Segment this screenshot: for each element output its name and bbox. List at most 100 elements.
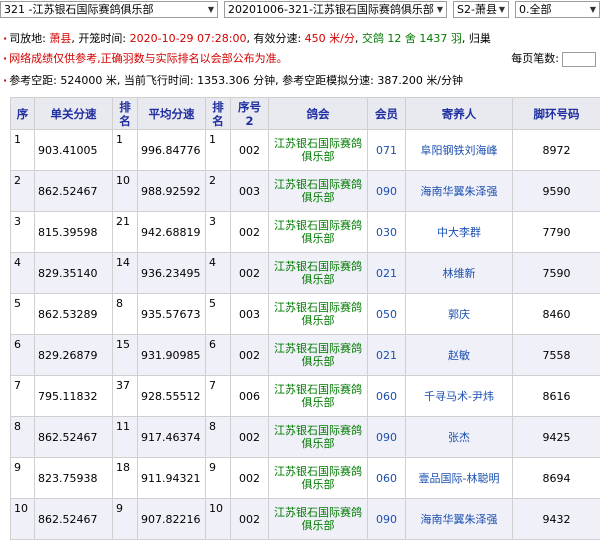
col-header-speed[interactable]: 单关分速 bbox=[35, 98, 113, 130]
row-speed: 829.26879 bbox=[35, 335, 113, 376]
chevron-down-icon: ▼ bbox=[208, 2, 214, 17]
col-header-rank[interactable]: 排名 bbox=[113, 98, 138, 130]
club-select-value: 321 -江苏银石国际赛鸽俱乐部 bbox=[4, 3, 153, 16]
col-header-rank2[interactable]: 排名 bbox=[206, 98, 231, 130]
col-header-club[interactable]: 鸽会 bbox=[269, 98, 368, 130]
row-rank2: 9 bbox=[206, 458, 231, 499]
bullet-icon: · bbox=[3, 32, 7, 45]
row-rank2: 5 bbox=[206, 294, 231, 335]
table-row[interactable]: 1903.410051996.847761002江苏银石国际赛鸽俱乐部071阜阳… bbox=[11, 130, 600, 171]
chevron-down-icon: ▼ bbox=[437, 2, 443, 17]
row-member: 050 bbox=[368, 294, 406, 335]
col-header-avg-speed[interactable]: 平均分速 bbox=[138, 98, 206, 130]
club-select[interactable]: 321 -江苏银石国际赛鸽俱乐部 ▼ bbox=[0, 1, 218, 18]
row-cage: 002 bbox=[231, 130, 269, 171]
row-club: 江苏银石国际赛鸽俱乐部 bbox=[269, 335, 368, 376]
table-row[interactable]: 6829.2687915931.909856002江苏银石国际赛鸽俱乐部021赵… bbox=[11, 335, 600, 376]
row-ring: 8972 bbox=[513, 130, 600, 171]
row-speed: 823.75938 bbox=[35, 458, 113, 499]
row-rank2: 4 bbox=[206, 253, 231, 294]
table-row[interactable]: 2862.5246710988.925922003江苏银石国际赛鸽俱乐部090海… bbox=[11, 171, 600, 212]
table-row[interactable]: 10862.524679907.8221610002江苏银石国际赛鸽俱乐部090… bbox=[11, 499, 600, 540]
table-row[interactable]: 7795.1183237928.555127006江苏银石国际赛鸽俱乐部060千… bbox=[11, 376, 600, 417]
valid-speed: 450 米/分 bbox=[305, 32, 355, 45]
race-select[interactable]: 20201006-321-江苏银石国际赛鸽俱乐部 ▼ bbox=[224, 1, 447, 18]
row-rank2: 7 bbox=[206, 376, 231, 417]
row-rank: 15 bbox=[113, 335, 138, 376]
row-cage: 002 bbox=[231, 458, 269, 499]
row-speed: 829.35140 bbox=[35, 253, 113, 294]
row-club: 江苏银石国际赛鸽俱乐部 bbox=[269, 212, 368, 253]
row-seq: 3 bbox=[11, 212, 35, 253]
table-row[interactable]: 4829.3514014936.234954002江苏银石国际赛鸽俱乐部021林… bbox=[11, 253, 600, 294]
row-owner: 海南华翼朱泽强 bbox=[406, 171, 513, 212]
row-ring: 7590 bbox=[513, 253, 600, 294]
row-rank2: 1 bbox=[206, 130, 231, 171]
row-seq: 5 bbox=[11, 294, 35, 335]
row-speed: 862.52467 bbox=[35, 417, 113, 458]
row-rank: 18 bbox=[113, 458, 138, 499]
group-select-value: 0.全部 bbox=[519, 3, 552, 16]
row-seq: 1 bbox=[11, 130, 35, 171]
row-speed: 795.11832 bbox=[35, 376, 113, 417]
chevron-down-icon: ▼ bbox=[499, 2, 505, 17]
bullet-icon: · bbox=[3, 74, 7, 87]
col-header-seq[interactable]: 序 bbox=[11, 98, 35, 130]
row-avg-speed: 988.92592 bbox=[138, 171, 206, 212]
row-cage: 002 bbox=[231, 212, 269, 253]
col-header-member[interactable]: 会员 bbox=[368, 98, 406, 130]
venue-select[interactable]: S2-萧县 ▼ bbox=[453, 1, 509, 18]
row-member: 090 bbox=[368, 417, 406, 458]
release-time: 2020-10-29 07:28:00 bbox=[130, 32, 247, 45]
row-ring: 7558 bbox=[513, 335, 600, 376]
bullet-icon: · bbox=[3, 52, 7, 65]
page-size-input[interactable] bbox=[562, 52, 596, 67]
ref-speed-label: 参考空距模拟分速: bbox=[282, 74, 374, 87]
row-cage: 002 bbox=[231, 417, 269, 458]
row-seq: 10 bbox=[11, 499, 35, 540]
row-ring: 8616 bbox=[513, 376, 600, 417]
row-cage: 002 bbox=[231, 253, 269, 294]
row-avg-speed: 935.57673 bbox=[138, 294, 206, 335]
release-place-label: 司放地: bbox=[9, 32, 46, 45]
table-header-row: 序 单关分速 排名 平均分速 排名 序号2 鸽会 会员 寄养人 脚环号码 bbox=[11, 98, 600, 130]
notice-text: 网络成绩仅供参考,正确羽数与实际排名以会部公布为准。 bbox=[9, 52, 288, 65]
table-row[interactable]: 9823.7593818911.943219002江苏银石国际赛鸽俱乐部060壹… bbox=[11, 458, 600, 499]
ref-dist-label: 参考空距: bbox=[9, 74, 57, 87]
row-avg-speed: 931.90985 bbox=[138, 335, 206, 376]
row-rank: 11 bbox=[113, 417, 138, 458]
row-seq: 8 bbox=[11, 417, 35, 458]
row-owner: 千寻马术-尹炜 bbox=[406, 376, 513, 417]
row-ring: 8460 bbox=[513, 294, 600, 335]
row-avg-speed: 936.23495 bbox=[138, 253, 206, 294]
row-speed: 862.53289 bbox=[35, 294, 113, 335]
row-club: 江苏银石国际赛鸽俱乐部 bbox=[269, 253, 368, 294]
row-member: 021 bbox=[368, 253, 406, 294]
col-header-ring[interactable]: 脚环号码 bbox=[513, 98, 600, 130]
col-header-cage[interactable]: 序号2 bbox=[231, 98, 269, 130]
table-row[interactable]: 5862.532898935.576735003江苏银石国际赛鸽俱乐部050郭庆… bbox=[11, 294, 600, 335]
release-place: 萧县 bbox=[49, 32, 71, 45]
table-row[interactable]: 3815.3959821942.688193002江苏银石国际赛鸽俱乐部030中… bbox=[11, 212, 600, 253]
race-info-line: ·司放地: 萧县, 开笼时间: 2020-10-29 07:28:00, 有效分… bbox=[0, 30, 600, 47]
row-ring: 9590 bbox=[513, 171, 600, 212]
venue-select-value: S2-萧县 bbox=[457, 3, 497, 16]
row-member: 021 bbox=[368, 335, 406, 376]
row-owner: 阜阳钢铁刘海峰 bbox=[406, 130, 513, 171]
row-owner: 中大李群 bbox=[406, 212, 513, 253]
row-seq: 4 bbox=[11, 253, 35, 294]
row-member: 060 bbox=[368, 376, 406, 417]
race-select-value: 20201006-321-江苏银石国际赛鸽俱乐部 bbox=[228, 3, 434, 16]
row-seq: 7 bbox=[11, 376, 35, 417]
table-row[interactable]: 8862.5246711917.463748002江苏银石国际赛鸽俱乐部090张… bbox=[11, 417, 600, 458]
row-avg-speed: 917.46374 bbox=[138, 417, 206, 458]
row-member: 060 bbox=[368, 458, 406, 499]
row-owner: 海南华翼朱泽强 bbox=[406, 499, 513, 540]
arrivals-count: 交鸽 12 舍 1437 羽 bbox=[362, 32, 462, 45]
arrivals-tail: 归巢 bbox=[469, 32, 491, 45]
col-header-owner[interactable]: 寄养人 bbox=[406, 98, 513, 130]
group-select[interactable]: 0.全部 ▼ bbox=[515, 1, 600, 18]
row-rank2: 2 bbox=[206, 171, 231, 212]
ref-dist: 524000 米 bbox=[60, 74, 117, 87]
row-ring: 9425 bbox=[513, 417, 600, 458]
